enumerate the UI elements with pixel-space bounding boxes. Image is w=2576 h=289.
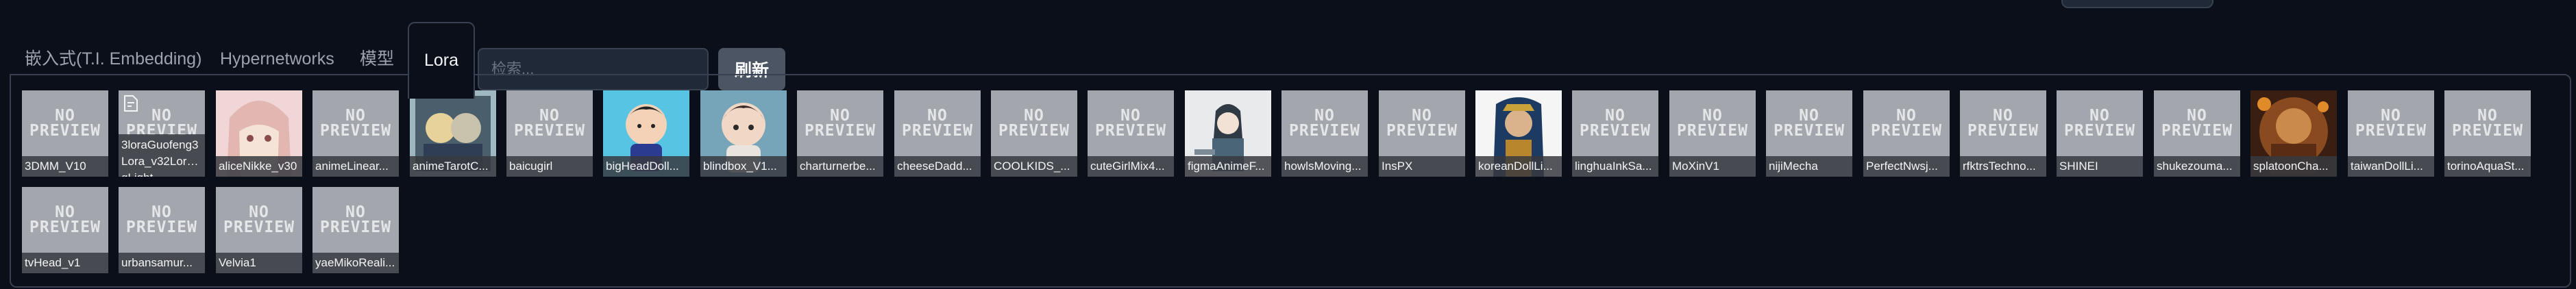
card-name: bigHeadDoll... bbox=[603, 156, 689, 177]
no-preview-placeholder: NO PREVIEW bbox=[2161, 107, 2233, 140]
card-name: nijiMecha bbox=[1766, 156, 1852, 177]
card-name: koreanDollLi... bbox=[1475, 156, 1562, 177]
lora-card[interactable]: NO PREVIEW urbansamur... bbox=[119, 187, 205, 273]
lora-card[interactable]: NO PREVIEW rfktrsTechno... bbox=[1960, 90, 2046, 177]
card-name: rfktrsTechno... bbox=[1960, 156, 2046, 177]
card-name: Velvia1 bbox=[216, 253, 302, 273]
card-name: animeLinear... bbox=[312, 156, 399, 177]
no-preview-placeholder: NO PREVIEW bbox=[1289, 107, 1360, 140]
lora-card[interactable]: koreanDollLi... bbox=[1475, 90, 1562, 177]
card-name: baicugirl bbox=[506, 156, 593, 177]
no-preview-placeholder: NO PREVIEW bbox=[2355, 107, 2427, 140]
lora-cards-panel: NO PREVIEW 3DMM_V10 NO PREVIEW 3loraGuofeng3 … bbox=[10, 74, 2571, 288]
lora-card[interactable]: NO PREVIEW PerfectNwsj... bbox=[1863, 90, 1950, 177]
lora-card[interactable]: NO PREVIEW Velvia1 bbox=[216, 187, 302, 273]
card-name: COOLKIDS_... bbox=[991, 156, 1077, 177]
lora-card[interactable]: NO PREVIEW charturnerbe... bbox=[797, 90, 883, 177]
no-preview-placeholder: NO PREVIEW bbox=[1580, 107, 1651, 140]
card-name: charturnerbe... bbox=[797, 156, 883, 177]
lora-card[interactable]: NO PREVIEW torinoAquaSt... bbox=[2444, 90, 2531, 177]
no-preview-placeholder: NO PREVIEW bbox=[320, 203, 391, 236]
lora-card[interactable]: NO PREVIEW nijiMecha bbox=[1766, 90, 1852, 177]
card-name: urbansamur... bbox=[119, 253, 205, 273]
card-name: splatoonCha... bbox=[2250, 156, 2337, 177]
no-preview-placeholder: NO PREVIEW bbox=[223, 203, 295, 236]
lora-card[interactable]: NO PREVIEW MoXinV1 bbox=[1669, 90, 1756, 177]
card-name: cuteGirlMix4... bbox=[1088, 156, 1174, 177]
card-name: taiwanDollLi... bbox=[2348, 156, 2434, 177]
no-preview-placeholder: NO PREVIEW bbox=[29, 203, 101, 236]
lora-card[interactable]: animeTarotC... bbox=[410, 90, 496, 177]
card-name: MoXinV1 bbox=[1669, 156, 1756, 177]
no-preview-placeholder: NO PREVIEW bbox=[902, 107, 973, 140]
card-name: shukezouma... bbox=[2154, 156, 2240, 177]
card-name: howlsMoving... bbox=[1281, 156, 1368, 177]
card-name: cheeseDadd... bbox=[894, 156, 981, 177]
lora-card[interactable]: aliceNikke_v30 bbox=[216, 90, 302, 177]
lora-card[interactable]: NO PREVIEW cheeseDadd... bbox=[894, 90, 981, 177]
top-right-control[interactable] bbox=[2061, 0, 2213, 8]
no-preview-placeholder: NO PREVIEW bbox=[2452, 107, 2523, 140]
no-preview-placeholder: NO PREVIEW bbox=[1871, 107, 1942, 140]
no-preview-placeholder: NO PREVIEW bbox=[29, 107, 101, 140]
card-name: blindbox_V1... bbox=[700, 156, 787, 177]
no-preview-placeholder: NO PREVIEW bbox=[998, 107, 1070, 140]
lora-card[interactable]: NO PREVIEW howlsMoving... bbox=[1281, 90, 1368, 177]
lora-card[interactable]: figmaAnimeF... bbox=[1185, 90, 1271, 177]
card-name: 3loraGuofeng3 Lora_v32LoraBi gLight bbox=[119, 134, 205, 177]
card-name: yaeMikoReali... bbox=[312, 253, 399, 273]
document-icon bbox=[124, 95, 138, 112]
lora-card[interactable]: splatoonCha... bbox=[2250, 90, 2337, 177]
tab-lora[interactable]: Lora bbox=[408, 22, 475, 99]
no-preview-placeholder: NO PREVIEW bbox=[514, 107, 585, 140]
no-preview-placeholder: NO PREVIEW bbox=[2064, 107, 2135, 140]
lora-card[interactable]: NOPREVIEW3loraGuofeng3 Lora_v32LoraBi gL… bbox=[119, 90, 205, 177]
card-name: PerfectNwsj... bbox=[1863, 156, 1950, 177]
lora-card[interactable]: NO PREVIEW shukezouma... bbox=[2154, 90, 2240, 177]
lora-card[interactable]: NO PREVIEW InsPX bbox=[1379, 90, 1465, 177]
lora-card[interactable]: NO PREVIEW 3DMM_V10 bbox=[22, 90, 108, 177]
lora-card[interactable]: NO PREVIEW cuteGirlMix4... bbox=[1088, 90, 1174, 177]
no-preview-placeholder: NO PREVIEW bbox=[1967, 107, 2039, 140]
card-name: linghuaInkSa... bbox=[1572, 156, 1658, 177]
lora-card[interactable]: NO PREVIEW COOLKIDS_... bbox=[991, 90, 1077, 177]
lora-card[interactable]: NO PREVIEW baicugirl bbox=[506, 90, 593, 177]
card-name: animeTarotC... bbox=[410, 156, 496, 177]
no-preview-placeholder: NO PREVIEW bbox=[126, 203, 197, 236]
card-name: figmaAnimeF... bbox=[1185, 156, 1271, 177]
lora-card[interactable]: NO PREVIEW animeLinear... bbox=[312, 90, 399, 177]
no-preview-placeholder: NO PREVIEW bbox=[1677, 107, 1748, 140]
card-name: tvHead_v1 bbox=[22, 253, 108, 273]
no-preview-placeholder: NO PREVIEW bbox=[320, 107, 391, 140]
no-preview-placeholder: NO PREVIEW bbox=[1774, 107, 1845, 140]
card-name: aliceNikke_v30 bbox=[216, 156, 302, 177]
no-preview-placeholder: NO PREVIEW bbox=[1386, 107, 1458, 140]
lora-card[interactable]: NO PREVIEW yaeMikoReali... bbox=[312, 187, 399, 273]
lora-card[interactable]: NO PREVIEW linghuaInkSa... bbox=[1572, 90, 1658, 177]
card-name: InsPX bbox=[1379, 156, 1465, 177]
no-preview-placeholder: NO PREVIEW bbox=[805, 107, 876, 140]
no-preview-placeholder: NO PREVIEW bbox=[1095, 107, 1166, 140]
lora-card[interactable]: NO PREVIEW SHINEI bbox=[2057, 90, 2143, 177]
card-name: SHINEI bbox=[2057, 156, 2143, 177]
lora-card[interactable]: bigHeadDoll... bbox=[603, 90, 689, 177]
lora-card[interactable]: blindbox_V1... bbox=[700, 90, 787, 177]
card-name: 3DMM_V10 bbox=[22, 156, 108, 177]
lora-card[interactable]: NO PREVIEW tvHead_v1 bbox=[22, 187, 108, 273]
lora-card[interactable]: NO PREVIEW taiwanDollLi... bbox=[2348, 90, 2434, 177]
card-name: torinoAquaSt... bbox=[2444, 156, 2531, 177]
